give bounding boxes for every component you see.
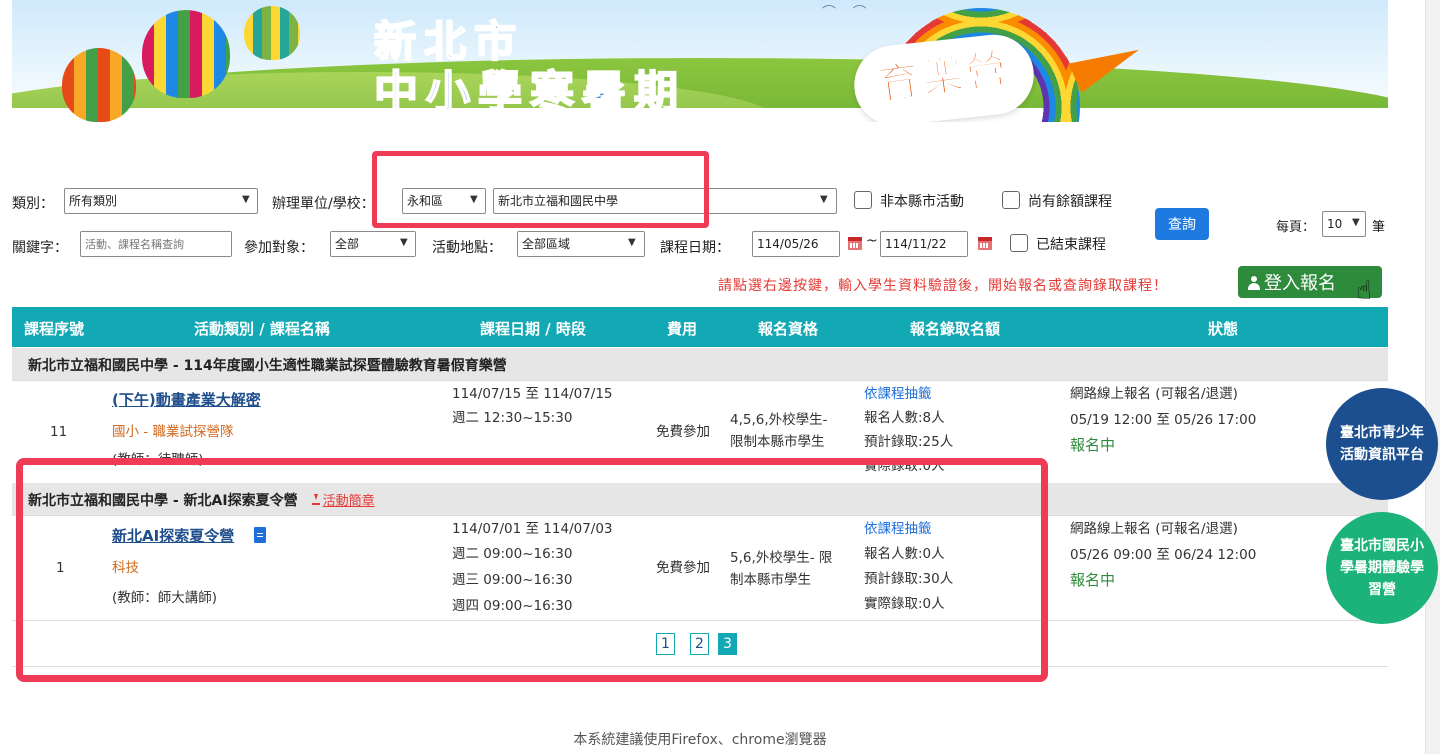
location-select[interactable]: 全部區域	[517, 231, 645, 257]
ended-courses-label: 已結束課程	[1036, 237, 1106, 253]
col-fee: 費用	[667, 320, 698, 338]
side-link-line: 學暑期體驗學	[1340, 560, 1424, 576]
course-date-range: 114/07/15 至 114/07/15	[452, 386, 613, 402]
course-session: 週二 12:30~15:30	[452, 410, 573, 426]
per-page-unit: 筆	[1372, 220, 1386, 235]
expected-count: 預計錄取:25人	[864, 434, 954, 450]
page-scrollbar[interactable]	[1425, 0, 1440, 754]
course-eligibility: 限制本縣市學生	[730, 434, 825, 450]
banner-base	[12, 108, 1388, 122]
status-period: 05/19 12:00 至 05/26 17:00	[1070, 412, 1257, 428]
non-county-checkbox[interactable]	[854, 191, 872, 209]
header-banner: ⌒ ⌒ 新北市 中小學寒暑期 育樂營	[12, 0, 1388, 122]
highlight-box-school-filter	[372, 151, 709, 228]
date-label: 課程日期：	[660, 240, 730, 256]
side-link-text: 臺北市青少年 活動資訊平台	[1340, 422, 1424, 466]
col-status: 狀態	[1208, 320, 1239, 338]
organizer-label: 辦理單位/學校：	[272, 196, 375, 212]
table-header: 課程序號 活動類別 / 課程名稱 課程日期 / 時段 費用 報名資格 報名錄取名…	[12, 307, 1388, 347]
remaining-checkbox[interactable]	[1002, 191, 1020, 209]
course-group-header: 新北市立福和國民中學 - 114年度國小生適性職業試探暨體驗教育暑假育樂營	[12, 348, 1388, 380]
side-link-line: 習營	[1368, 582, 1396, 598]
user-icon	[1248, 276, 1260, 290]
calendar-icon[interactable]	[978, 237, 992, 250]
taipei-summer-camp-link[interactable]: 臺北市國民小 學暑期體驗學 習營	[1326, 512, 1438, 624]
status-badge: 報名中	[1070, 571, 1116, 589]
date-to-input[interactable]	[880, 231, 968, 257]
per-page-select[interactable]: 10	[1322, 211, 1366, 237]
status-method: 網路線上報名 (可報名/退選)	[1070, 521, 1238, 537]
category-label: 類別：	[12, 196, 54, 212]
remaining-label: 尚有餘額課程	[1028, 194, 1112, 210]
status-method: 網路線上報名 (可報名/退選)	[1070, 386, 1238, 402]
birds-icon: ⌒ ⌒	[822, 5, 873, 21]
side-link-line: 臺北市青少年	[1340, 425, 1424, 441]
login-notice: 請點選右邊按鍵，輸入學生資料驗證後，開始報名或查詢錄取課程！	[718, 278, 1168, 294]
login-register-label: 登入報名	[1264, 273, 1336, 294]
hot-air-balloon-icon	[244, 6, 300, 60]
course-category: 國小 - 職業試探營隊	[112, 424, 234, 440]
per-page-label: 每頁：	[1276, 220, 1316, 235]
col-eligibility: 報名資格	[758, 320, 819, 338]
col-date-time: 課程日期 / 時段	[480, 320, 586, 338]
location-label: 活動地點：	[432, 240, 502, 256]
side-link-line: 活動資訊平台	[1340, 447, 1424, 463]
hot-air-balloon-icon	[62, 48, 136, 122]
col-quota: 報名錄取名額	[910, 320, 1001, 338]
target-select[interactable]: 全部	[330, 231, 416, 257]
course-id: 11	[50, 424, 68, 440]
enrolled-count: 報名人數:8人	[864, 410, 945, 426]
category-select[interactable]: 所有類別	[64, 188, 258, 214]
pointer-hand-icon: ☝	[1356, 276, 1372, 306]
query-button[interactable]: 查詢	[1155, 208, 1209, 240]
side-link-line: 臺北市國民小	[1340, 538, 1424, 554]
browser-recommendation: 本系統建議使用Firefox、chrome瀏覽器	[573, 732, 827, 748]
col-course-no: 課程序號	[24, 320, 85, 338]
quota-method: 依課程抽籤	[864, 386, 932, 402]
date-from-input[interactable]	[752, 231, 840, 257]
col-category-name: 活動類別 / 課程名稱	[194, 320, 330, 338]
non-county-label: 非本縣市活動	[880, 194, 964, 210]
taipei-youth-platform-link[interactable]: 臺北市青少年 活動資訊平台	[1326, 388, 1438, 500]
course-fee: 免費參加	[656, 424, 710, 440]
calendar-icon[interactable]	[848, 237, 862, 250]
keyword-label: 關鍵字：	[12, 240, 68, 256]
highlight-box-ai-camp	[16, 458, 1048, 682]
row-divider	[12, 380, 1388, 381]
status-badge: 報名中	[1070, 436, 1116, 454]
group-title: 新北市立福和國民中學 - 114年度國小生適性職業試探暨體驗教育暑假育樂營	[28, 358, 507, 374]
keyword-input[interactable]	[80, 231, 232, 257]
hot-air-balloon-icon	[142, 10, 230, 98]
status-period: 05/26 09:00 至 06/24 12:00	[1070, 547, 1257, 563]
course-name-link[interactable]: (下午)動畫產業大解密	[112, 388, 261, 413]
banner-title-line2: 中小學寒暑期	[373, 66, 686, 119]
target-label: 參加對象：	[244, 240, 314, 256]
ended-courses-checkbox[interactable]	[1010, 234, 1028, 252]
side-link-text: 臺北市國民小 學暑期體驗學 習營	[1340, 535, 1424, 601]
date-separator: ~	[866, 233, 878, 249]
